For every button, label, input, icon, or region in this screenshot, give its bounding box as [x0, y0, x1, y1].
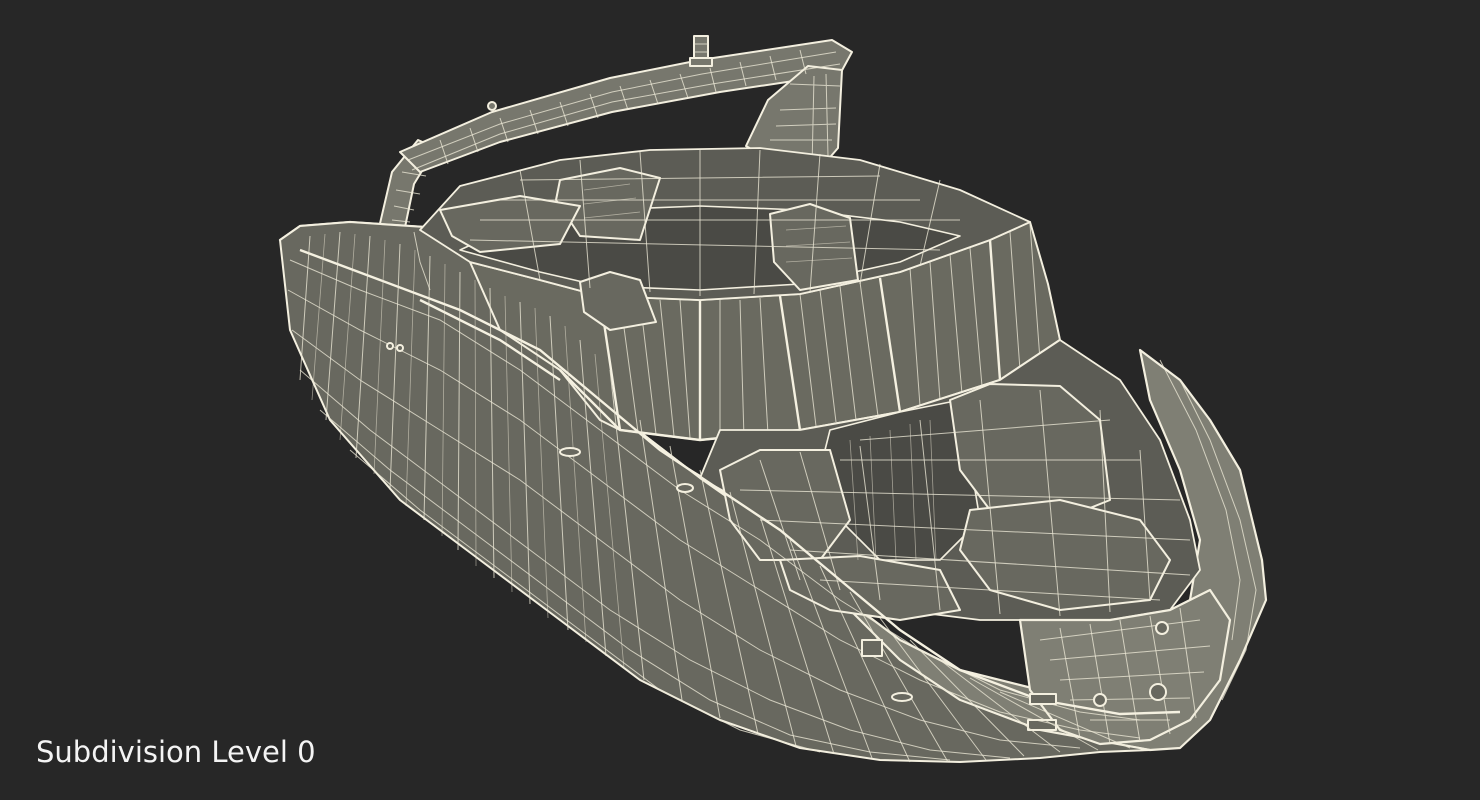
- render-viewport: Subdivision Level 0: [0, 0, 1480, 800]
- subdivision-level-caption: Subdivision Level 0: [36, 735, 316, 769]
- boat-wireframe-render: [278, 35, 1268, 763]
